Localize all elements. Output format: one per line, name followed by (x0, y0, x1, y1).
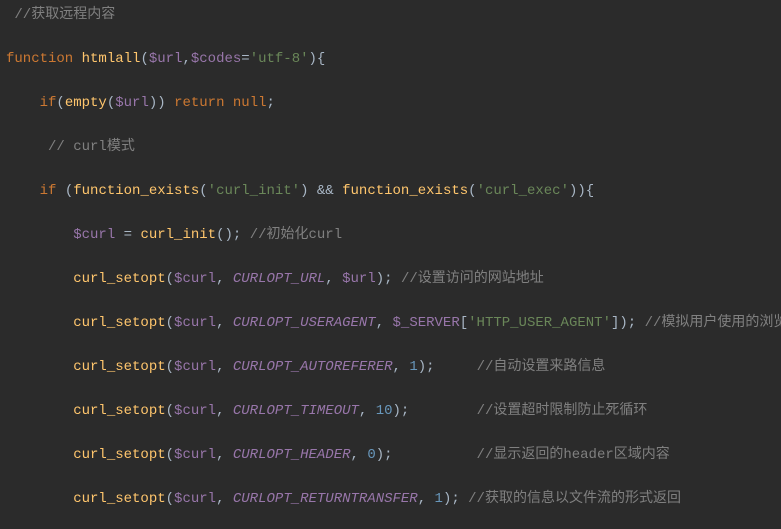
code-line: $curl = curl_init(); //初始化curl (6, 224, 781, 246)
code-line: curl_setopt($curl, CURLOPT_RETURNTRANSFE… (6, 488, 781, 510)
code-line: function htmlall($url,$codes='utf-8'){ (6, 48, 781, 70)
code-line: curl_setopt($curl, CURLOPT_AUTOREFERER, … (6, 356, 781, 378)
code-line: if (function_exists('curl_init') && func… (6, 180, 781, 202)
code-line: curl_setopt($curl, CURLOPT_URL, $url); /… (6, 268, 781, 290)
code-line: curl_setopt($curl, CURLOPT_HEADER, 0); /… (6, 444, 781, 466)
code-line: curl_setopt($curl, CURLOPT_USERAGENT, $_… (6, 312, 781, 334)
code-line: //获取远程内容 (6, 4, 781, 26)
code-line: curl_setopt($curl, CURLOPT_TIMEOUT, 10);… (6, 400, 781, 422)
code-block: //获取远程内容 function htmlall($url,$codes='u… (0, 0, 781, 529)
code-line: if(empty($url)) return null; (6, 92, 781, 114)
comment: //获取远程内容 (6, 7, 115, 23)
code-line: // curl模式 (6, 136, 781, 158)
